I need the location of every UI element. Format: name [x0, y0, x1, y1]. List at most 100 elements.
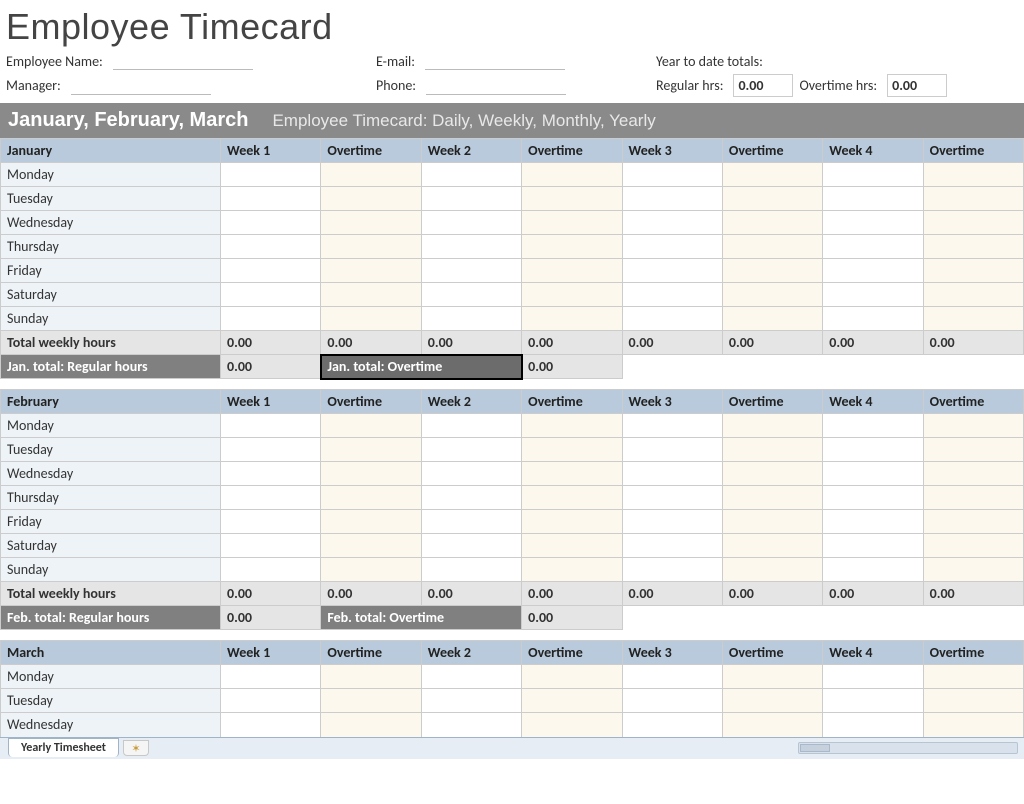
cell[interactable] [622, 307, 722, 331]
cell[interactable] [421, 163, 521, 187]
cell[interactable] [221, 187, 321, 211]
cell[interactable] [321, 187, 421, 211]
cell[interactable] [823, 713, 923, 737]
cell[interactable] [722, 438, 822, 462]
cell[interactable] [321, 235, 421, 259]
cell[interactable] [522, 187, 622, 211]
cell[interactable] [221, 689, 321, 713]
cell[interactable] [622, 438, 722, 462]
cell[interactable] [622, 665, 722, 689]
cell[interactable] [722, 259, 822, 283]
cell[interactable] [823, 510, 923, 534]
cell[interactable] [823, 235, 923, 259]
cell[interactable] [321, 510, 421, 534]
cell[interactable] [522, 259, 622, 283]
cell[interactable] [923, 414, 1023, 438]
cell[interactable] [421, 713, 521, 737]
horizontal-scrollbar[interactable] [798, 742, 1018, 754]
cell[interactable] [823, 283, 923, 307]
cell[interactable] [321, 211, 421, 235]
cell[interactable] [421, 462, 521, 486]
cell[interactable] [823, 259, 923, 283]
cell[interactable] [622, 486, 722, 510]
cell[interactable] [722, 534, 822, 558]
cell[interactable] [923, 486, 1023, 510]
cell[interactable] [722, 163, 822, 187]
overtime-hrs-value[interactable]: 0.00 [887, 74, 947, 97]
cell[interactable] [421, 259, 521, 283]
cell[interactable] [823, 414, 923, 438]
cell[interactable] [421, 414, 521, 438]
cell[interactable] [923, 510, 1023, 534]
cell[interactable] [421, 211, 521, 235]
cell[interactable] [722, 187, 822, 211]
cell[interactable] [722, 414, 822, 438]
cell[interactable] [321, 462, 421, 486]
cell[interactable] [923, 259, 1023, 283]
cell[interactable] [622, 510, 722, 534]
cell[interactable] [923, 235, 1023, 259]
cell[interactable] [722, 283, 822, 307]
cell[interactable] [221, 534, 321, 558]
cell[interactable] [722, 713, 822, 737]
cell[interactable] [421, 235, 521, 259]
cell[interactable] [622, 462, 722, 486]
cell[interactable] [321, 689, 421, 713]
cell[interactable] [522, 534, 622, 558]
cell[interactable] [421, 283, 521, 307]
cell[interactable] [722, 689, 822, 713]
cell[interactable] [522, 462, 622, 486]
cell[interactable] [421, 665, 521, 689]
cell[interactable] [722, 558, 822, 582]
cell[interactable] [321, 713, 421, 737]
cell[interactable] [923, 438, 1023, 462]
cell[interactable] [522, 558, 622, 582]
cell[interactable] [221, 558, 321, 582]
manager-input[interactable] [71, 77, 211, 95]
cell[interactable] [722, 462, 822, 486]
cell[interactable] [221, 510, 321, 534]
cell[interactable] [221, 713, 321, 737]
cell[interactable] [522, 235, 622, 259]
cell[interactable] [823, 438, 923, 462]
cell[interactable] [221, 462, 321, 486]
cell[interactable] [321, 486, 421, 510]
email-input[interactable] [425, 52, 565, 70]
cell[interactable] [221, 486, 321, 510]
cell[interactable] [722, 510, 822, 534]
cell[interactable] [722, 307, 822, 331]
cell[interactable] [522, 414, 622, 438]
cell[interactable] [221, 414, 321, 438]
cell[interactable] [221, 259, 321, 283]
cell[interactable] [923, 665, 1023, 689]
cell[interactable] [421, 689, 521, 713]
cell[interactable] [622, 689, 722, 713]
cell[interactable] [522, 211, 622, 235]
scrollbar-thumb[interactable] [800, 744, 830, 752]
cell[interactable] [321, 438, 421, 462]
cell[interactable] [622, 187, 722, 211]
cell[interactable] [522, 438, 622, 462]
cell[interactable] [823, 689, 923, 713]
cell[interactable] [823, 307, 923, 331]
cell[interactable] [722, 235, 822, 259]
cell[interactable] [722, 486, 822, 510]
cell[interactable] [221, 307, 321, 331]
cell[interactable] [622, 283, 722, 307]
cell[interactable] [421, 510, 521, 534]
cell[interactable] [321, 534, 421, 558]
cell[interactable] [823, 462, 923, 486]
cell[interactable] [221, 283, 321, 307]
cell[interactable] [522, 486, 622, 510]
cell[interactable] [622, 235, 722, 259]
cell[interactable] [321, 307, 421, 331]
cell[interactable] [221, 235, 321, 259]
cell[interactable] [622, 558, 722, 582]
cell[interactable] [823, 665, 923, 689]
regular-hrs-value[interactable]: 0.00 [733, 74, 793, 97]
cell[interactable] [421, 438, 521, 462]
employee-name-input[interactable] [113, 52, 253, 70]
cell[interactable] [421, 486, 521, 510]
cell[interactable] [823, 558, 923, 582]
cell[interactable] [823, 211, 923, 235]
